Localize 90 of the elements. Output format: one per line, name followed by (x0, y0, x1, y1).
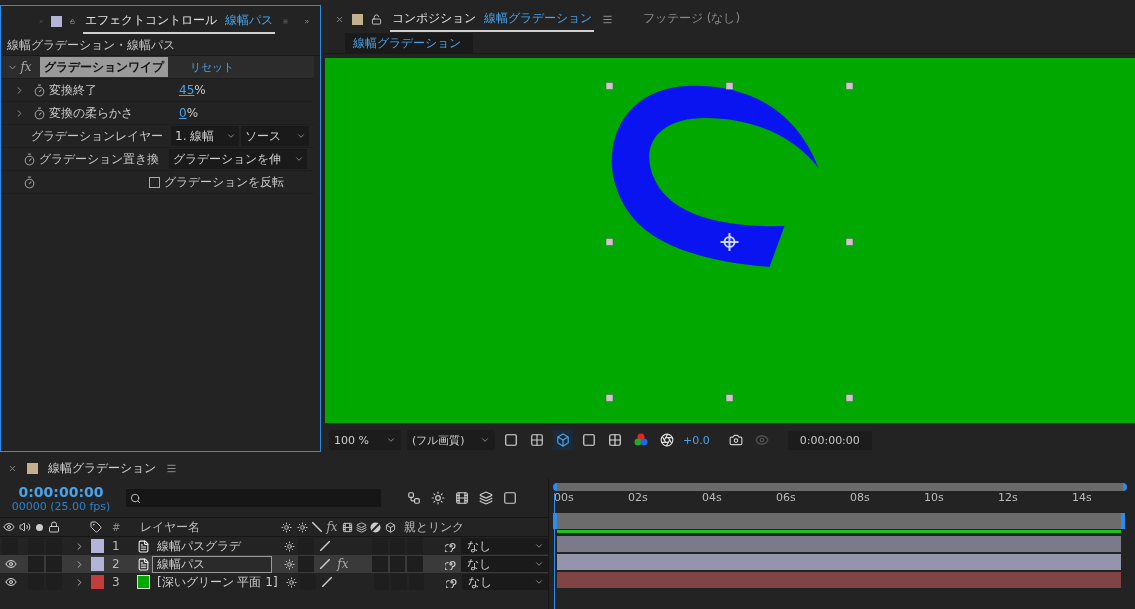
parent-dropdown[interactable]: なし (461, 556, 548, 572)
effect-controls-tab[interactable]: エフェクトコントロール 線幅パス (83, 8, 276, 34)
quality-slash-icon (312, 522, 322, 532)
stopwatch-icon[interactable] (32, 106, 46, 120)
layer-row[interactable]: 1 線幅パスグラデ なし (0, 537, 548, 555)
cube-icon (384, 521, 396, 533)
time-ruler-label: 14s (1071, 491, 1093, 506)
fx-header: fx (325, 520, 339, 534)
number-header: # (111, 521, 122, 533)
stopwatch-icon[interactable] (22, 175, 36, 189)
time-ruler-label: 08s (849, 491, 871, 506)
property-value[interactable]: 45% (179, 83, 206, 97)
time-ruler-label: 12s (997, 491, 1019, 506)
bounding-handle[interactable] (605, 82, 614, 90)
layer-dropdown[interactable]: ソース (241, 126, 309, 146)
time-ruler-label: 06s (775, 491, 797, 506)
effect-name[interactable]: グラデーションワイプ (40, 57, 168, 77)
quality-slash-icon[interactable] (319, 541, 330, 551)
property-label: グラデーション置き換 (39, 150, 160, 168)
solo-dot-icon (35, 523, 43, 531)
layer-row[interactable]: 2 線幅パス fx なし (0, 555, 548, 573)
bounding-handle[interactable] (845, 82, 854, 90)
layer-name-header[interactable]: レイヤー名 (134, 518, 278, 536)
search-icon[interactable] (130, 492, 141, 504)
property-label: グラデーションレイヤー (31, 127, 164, 145)
stopwatch-icon[interactable] (22, 152, 36, 166)
zoom-dropdown[interactable]: 100 % (329, 430, 401, 451)
current-time[interactable]: 0:00:00:00 (18, 483, 104, 500)
label-swatch[interactable] (90, 557, 104, 571)
close-icon[interactable] (335, 14, 344, 24)
bounding-handle[interactable] (845, 394, 854, 402)
layer-number: 3 (111, 575, 121, 589)
file-icon (136, 557, 150, 571)
close-icon[interactable] (8, 463, 17, 473)
menu-icon[interactable] (166, 462, 177, 474)
label-swatch[interactable] (90, 539, 104, 553)
parent-header: 親とリンク (403, 518, 465, 536)
layer-name[interactable]: 線幅パスグラデ (152, 537, 273, 555)
resolution-dropdown[interactable]: (フル画質) (407, 430, 495, 451)
anchor-point-icon[interactable] (719, 231, 740, 252)
footage-tab[interactable]: フッテージ (なし) (641, 6, 743, 33)
search-field[interactable] (126, 489, 381, 507)
time-ruler-label: 04s (701, 491, 723, 506)
visibility-toggle[interactable] (2, 538, 18, 554)
bounding-handle[interactable] (605, 238, 614, 246)
breadcrumb: 線幅グラデーション・線幅パス (7, 37, 175, 54)
exposure-value[interactable]: +0.0 (683, 433, 710, 447)
parent-dropdown[interactable]: なし (462, 574, 548, 590)
reset-link[interactable]: リセット (190, 59, 234, 75)
fx-label: fx (19, 60, 33, 74)
file-icon (136, 539, 150, 553)
quality-slash-icon[interactable] (319, 559, 330, 569)
film-icon[interactable] (455, 491, 469, 505)
bounding-handle[interactable] (725, 394, 734, 402)
eye-icon[interactable] (5, 576, 17, 588)
chevron-down-icon[interactable] (294, 154, 304, 164)
layer-name[interactable]: 線幅パス (152, 555, 273, 573)
tag-icon (90, 521, 102, 533)
lock-icon[interactable] (371, 13, 382, 25)
label-swatch[interactable] (90, 575, 104, 589)
frame-info: 00000 (25.00 fps) (11, 499, 111, 513)
chevron-down-icon[interactable] (296, 131, 306, 141)
timeline-title[interactable]: 線幅グラデーション (48, 459, 156, 477)
bounding-handle[interactable] (845, 238, 854, 246)
lock-icon (48, 521, 60, 533)
eye-icon[interactable] (5, 558, 17, 570)
checkbox[interactable] (149, 176, 160, 188)
layer-number: 2 (111, 557, 121, 571)
layer-number: 1 (111, 539, 121, 553)
checkbox-label: グラデーションを反転 (164, 173, 284, 191)
time-ruler-label: 02s (627, 491, 649, 506)
bounding-handle[interactable] (725, 82, 734, 90)
menu-icon[interactable] (602, 13, 613, 25)
time-ruler-label: 10s (923, 491, 945, 506)
stopwatch-icon[interactable] (32, 83, 46, 97)
layer-dropdown[interactable]: 1. 線幅 (171, 126, 239, 146)
chevron-down-icon[interactable] (226, 131, 236, 141)
speaker-icon (19, 521, 31, 533)
property-label: 変換終了 (49, 81, 98, 99)
bounding-handle[interactable] (605, 394, 614, 402)
property-value[interactable]: 0% (179, 106, 199, 120)
property-label: 変換の柔らかさ (49, 104, 134, 122)
composition-breadcrumb[interactable]: 線幅グラデーション (345, 32, 473, 54)
time-ruler-label: 00s (553, 491, 575, 506)
quality-slash-icon[interactable] (321, 577, 332, 587)
mode-dropdown[interactable]: グラデーションを伸 (169, 149, 307, 169)
timecode-field[interactable]: 0:00:00:00 (787, 430, 872, 450)
effect-switch[interactable]: fx (334, 557, 351, 571)
eye-icon (3, 521, 15, 533)
parent-dropdown[interactable]: なし (461, 538, 548, 554)
